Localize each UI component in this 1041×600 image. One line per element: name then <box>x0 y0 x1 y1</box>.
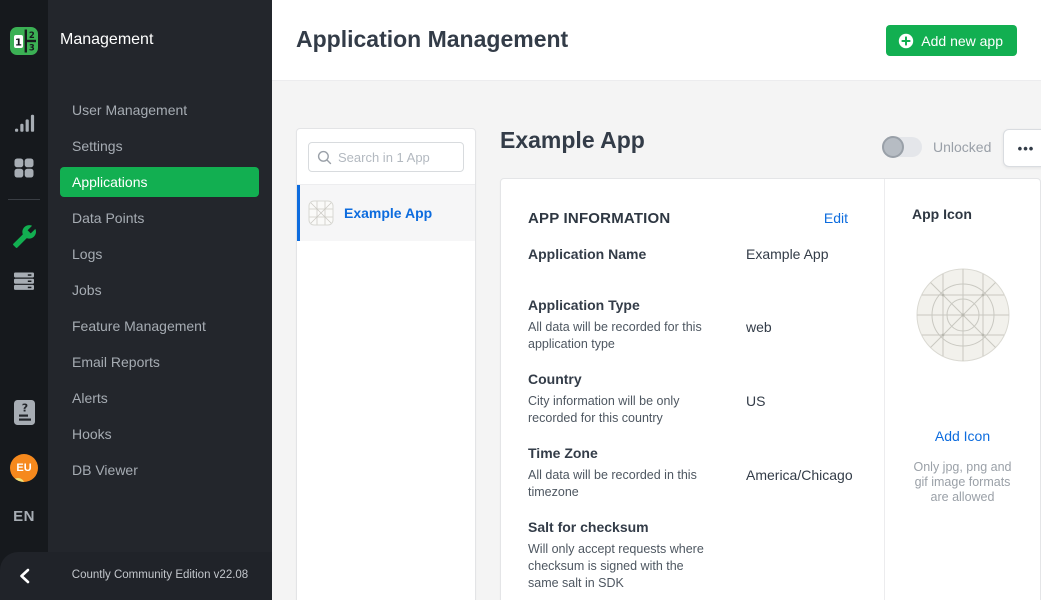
field-description: All data will be recorded in this timezo… <box>528 467 713 501</box>
sidebar-item-alerts[interactable]: Alerts <box>60 383 259 413</box>
more-options-button[interactable]: ••• <box>1003 129 1041 167</box>
app-detail-title: Example App <box>500 127 645 154</box>
lock-state-label: Unlocked <box>933 139 991 155</box>
svg-text:?: ? <box>21 402 27 415</box>
sidebar-item-jobs[interactable]: Jobs <box>60 275 259 305</box>
icon-format-note: Only jpg, png and gif image formats are … <box>907 460 1019 505</box>
sidebar-item-label: Feature Management <box>72 318 206 334</box>
edit-link[interactable]: Edit <box>824 210 848 226</box>
field-value: US <box>746 393 765 427</box>
version-label: Countly Community Edition v22.08 <box>48 569 272 581</box>
help-icon[interactable]: ? <box>0 399 48 426</box>
sidebar-item-logs[interactable]: Logs <box>60 239 259 269</box>
sidebar-item-label: DB Viewer <box>72 462 138 478</box>
svg-text:3: 3 <box>29 44 35 54</box>
app-icon-title: App Icon <box>912 206 972 222</box>
field-salt-for-checksum: Salt for checksum Will only accept reque… <box>528 519 848 592</box>
app-icon-section: App Icon <box>885 179 1040 600</box>
search-icon <box>317 150 332 165</box>
add-new-app-button[interactable]: Add new app <box>886 25 1017 56</box>
field-label: Application Name <box>528 246 746 263</box>
sidebar-item-label: Logs <box>72 246 102 262</box>
section-title: APP INFORMATION <box>528 210 670 227</box>
page-header: Application Management Add new app <box>272 0 1041 81</box>
page-title: Application Management <box>296 26 568 53</box>
sidebar-item-label: Jobs <box>72 282 102 298</box>
sidebar-item-label: Data Points <box>72 210 144 226</box>
analytics-icon[interactable] <box>0 113 48 135</box>
field-label: Application Type <box>528 297 746 314</box>
apps-list-card: Example App <box>296 128 476 600</box>
management-wrench-icon[interactable] <box>0 224 48 249</box>
lock-toggle[interactable] <box>882 137 922 157</box>
chevron-left-icon <box>17 567 33 585</box>
sidebar-item-label: Applications <box>72 174 148 190</box>
sidebar-title: Management <box>60 31 153 49</box>
sidebar-item-hooks[interactable]: Hooks <box>60 419 259 449</box>
sidebar-item-label: Settings <box>72 138 123 154</box>
sidebar-item-db-viewer[interactable]: DB Viewer <box>60 455 259 485</box>
sidebar-item-feature-management[interactable]: Feature Management <box>60 311 259 341</box>
toggle-knob <box>882 136 904 158</box>
app-icon-placeholder <box>916 268 1010 362</box>
plus-circle-icon <box>898 33 914 49</box>
field-description: City information will be only recorded f… <box>528 393 713 427</box>
sidebar-item-email-reports[interactable]: Email Reports <box>60 347 259 377</box>
field-value: America/Chicago <box>746 467 853 501</box>
field-time-zone: Time Zone All data will be recorded in t… <box>528 445 848 501</box>
management-sidebar: Management User Management Settings Appl… <box>48 0 272 600</box>
data-manager-icon[interactable] <box>0 270 48 292</box>
app-search <box>308 142 464 172</box>
sidebar-item-label: User Management <box>72 102 187 118</box>
app-detail-header: Example App Unlocked ••• <box>500 125 1041 169</box>
avatar-accent <box>12 478 24 482</box>
sidebar-item-data-points[interactable]: Data Points <box>60 203 259 233</box>
add-icon-link[interactable]: Add Icon <box>935 428 990 444</box>
field-label: Time Zone <box>528 445 746 462</box>
svg-text:1: 1 <box>15 38 22 49</box>
collapse-sidebar-button[interactable] <box>13 564 37 588</box>
add-new-app-label: Add new app <box>921 33 1003 49</box>
field-value: web <box>746 319 772 353</box>
field-value: Example App <box>746 246 829 263</box>
rail-divider <box>8 199 40 200</box>
dashboards-grid-icon[interactable] <box>0 157 48 179</box>
sidebar-item-user-management[interactable]: User Management <box>60 95 259 125</box>
app-detail-card: APP INFORMATION Edit Application Name Ex… <box>500 178 1041 600</box>
field-application-name: Application Name Example App <box>528 246 848 263</box>
app-list: Example App <box>297 184 475 241</box>
sidebar-item-label: Alerts <box>72 390 108 406</box>
user-avatar[interactable]: EU <box>10 454 38 482</box>
language-selector[interactable]: EN <box>0 508 48 525</box>
main-area: Application Management Add new app <box>272 0 1041 600</box>
app-information-section: APP INFORMATION Edit Application Name Ex… <box>501 179 885 600</box>
svg-text:2: 2 <box>29 31 35 41</box>
default-app-icon <box>308 200 334 226</box>
field-label: Country <box>528 371 746 388</box>
sidebar-menu: User Management Settings Applications Da… <box>60 95 259 491</box>
field-description: All data will be recorded for this appli… <box>528 319 713 353</box>
avatar-initials: EU <box>16 462 31 474</box>
app-list-item-label: Example App <box>344 205 432 221</box>
field-description: Will only accept requests where checksum… <box>528 541 713 592</box>
sidebar-item-applications[interactable]: Applications <box>60 167 259 197</box>
left-icon-rail: 1 2 3 <box>0 0 48 600</box>
sidebar-footer: Countly Community Edition v22.08 <box>0 552 272 600</box>
sidebar-item-label: Email Reports <box>72 354 160 370</box>
sidebar-item-settings[interactable]: Settings <box>60 131 259 161</box>
app-list-item-example-app[interactable]: Example App <box>297 185 475 241</box>
app-root: 1 2 3 <box>0 0 1041 600</box>
sidebar-item-label: Hooks <box>72 426 112 442</box>
field-label: Salt for checksum <box>528 519 746 536</box>
content-area: Example App Example App Unlocked ••• APP… <box>272 81 1041 600</box>
ellipsis-icon: ••• <box>1018 141 1035 156</box>
countly-logo-icon[interactable]: 1 2 3 <box>10 27 38 55</box>
field-country: Country City information will be only re… <box>528 371 848 427</box>
field-application-type: Application Type All data will be record… <box>528 297 848 353</box>
